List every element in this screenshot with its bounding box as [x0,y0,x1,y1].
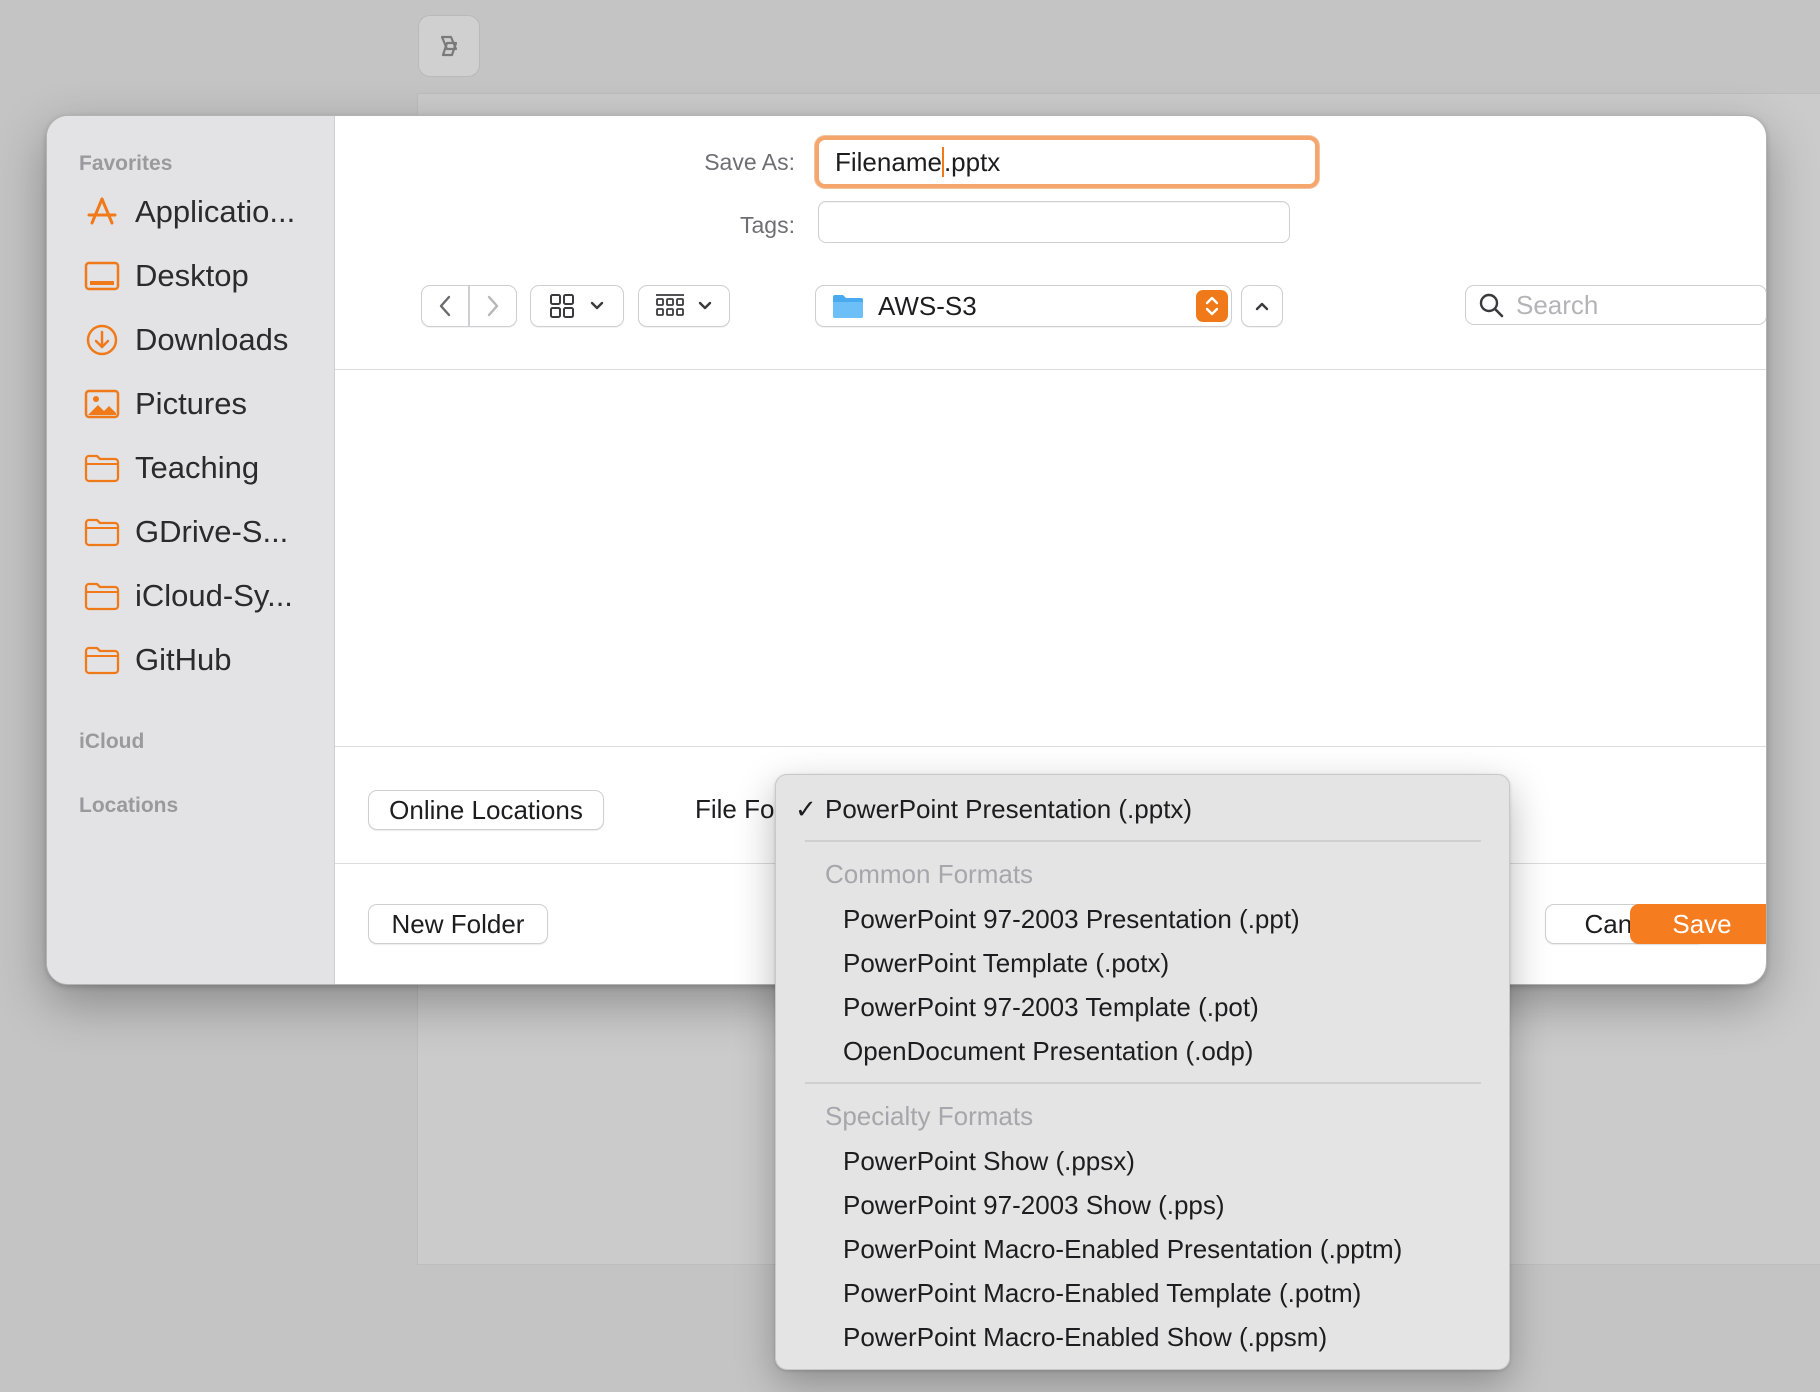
menu-item-pptx[interactable]: ✓ PowerPoint Presentation (.pptx) [776,789,1509,829]
sidebar-item-teaching[interactable]: Teaching [83,445,323,491]
chevron-down-icon [590,301,604,310]
new-folder-button[interactable]: New Folder [368,904,548,944]
sidebar-item-label: GitHub [135,642,232,677]
menu-separator [805,1082,1481,1084]
back-button[interactable] [421,285,469,327]
sidebar-item-applications[interactable]: Applicatio... [83,189,323,235]
menu-item-label: PowerPoint Presentation (.pptx) [825,793,1193,824]
menu-item-label: PowerPoint Macro-Enabled Presentation (.… [843,1233,1403,1264]
collapse-button[interactable] [1241,285,1283,327]
menu-item-label: PowerPoint 97-2003 Template (.pot) [843,991,1259,1022]
checkmark-icon: ✓ [795,793,817,824]
sidebar-item-pictures[interactable]: Pictures [83,381,323,427]
group-by-button[interactable] [638,285,730,327]
divider [335,369,1766,370]
menu-item-ppt[interactable]: PowerPoint 97-2003 Presentation (.ppt) [776,899,1509,939]
folder-icon [83,513,121,551]
search-field[interactable] [1465,285,1766,325]
sidebar-item-downloads[interactable]: Downloads [83,317,323,363]
chevron-up-icon [1255,302,1269,311]
menu-item-odp[interactable]: OpenDocument Presentation (.odp) [776,1031,1509,1071]
sidebar-item-label: Downloads [135,322,289,357]
up-down-arrows-icon [1196,290,1228,322]
menu-item-ppsx[interactable]: PowerPoint Show (.ppsx) [776,1141,1509,1181]
download-icon [83,321,121,359]
file-format-menu: ✓ PowerPoint Presentation (.pptx) Common… [775,774,1510,1370]
forward-button[interactable] [469,285,517,327]
sidebar-item-label: Pictures [135,386,247,421]
menu-separator [805,840,1481,842]
menu-item-label: PowerPoint Show (.ppsx) [843,1145,1135,1176]
location-label: AWS-S3 [878,290,977,321]
sidebar-item-label: iCloud-Sy... [135,578,293,613]
online-locations-button[interactable]: Online Locations [368,790,604,830]
sidebar-item-label: Teaching [135,450,260,485]
menu-item-pot[interactable]: PowerPoint 97-2003 Template (.pot) [776,987,1509,1027]
folder-icon [83,641,121,679]
chevron-left-icon [439,295,451,317]
copilot-button[interactable] [418,15,480,77]
tags-label: Tags: [740,212,795,238]
menu-item-ppsm[interactable]: PowerPoint Macro-Enabled Show (.ppsm) [776,1317,1509,1357]
sidebar-heading-icloud[interactable]: iCloud [79,730,144,754]
sidebar-heading-locations[interactable]: Locations [79,794,178,818]
desktop-icon [83,257,121,295]
sidebar-item-label: Applicatio... [135,194,296,229]
search-icon [1479,293,1504,318]
menu-item-pptm[interactable]: PowerPoint Macro-Enabled Presentation (.… [776,1229,1509,1269]
filename-extension: .pptx [943,146,1001,177]
divider [335,746,1766,747]
sidebar: Favorites Applicatio... Desktop Download… [47,116,335,984]
save-as-input[interactable]: Filename .pptx [815,136,1319,188]
menu-item-label: PowerPoint Macro-Enabled Show (.ppsm) [843,1321,1328,1352]
icon-view-icon [550,294,574,318]
menu-item-pps[interactable]: PowerPoint 97-2003 Show (.pps) [776,1185,1509,1225]
sidebar-item-icloud-sync[interactable]: iCloud-Sy... [83,573,323,619]
app-store-icon [83,193,121,231]
tags-input[interactable] [818,201,1290,243]
menu-item-potm[interactable]: PowerPoint Macro-Enabled Template (.potm… [776,1273,1509,1313]
sidebar-item-label: Desktop [135,258,249,293]
copilot-icon [440,35,458,57]
menu-item-label: PowerPoint Macro-Enabled Template (.potm… [843,1277,1362,1308]
save-as-label: Save As: [704,149,795,175]
menu-item-label: PowerPoint 97-2003 Show (.pps) [843,1189,1225,1220]
sidebar-item-label: GDrive-S... [135,514,289,549]
location-popup[interactable]: AWS-S3 [815,285,1232,327]
folder-icon [83,449,121,487]
menu-item-potx[interactable]: PowerPoint Template (.potx) [776,943,1509,983]
chevron-right-icon [487,295,499,317]
search-input[interactable] [1514,288,1748,322]
sidebar-item-gdrive[interactable]: GDrive-S... [83,509,323,555]
menu-heading-common: Common Formats [825,859,1034,889]
group-grid-icon [656,294,684,316]
menu-item-label: PowerPoint 97-2003 Presentation (.ppt) [843,903,1300,934]
menu-item-label: OpenDocument Presentation (.odp) [843,1035,1254,1066]
chevron-down-icon [698,301,712,310]
folder-icon [83,577,121,615]
menu-item-label: PowerPoint Template (.potx) [843,947,1170,978]
sidebar-heading-favorites: Favorites [79,152,173,175]
save-button[interactable]: Save [1630,904,1766,944]
pictures-icon [83,385,121,423]
view-mode-button[interactable] [530,285,624,327]
sidebar-item-github[interactable]: GitHub [83,637,323,683]
menu-heading-specialty: Specialty Formats [825,1101,1034,1131]
filename-stem: Filename [835,146,942,177]
folder-blue-icon [833,295,863,318]
sidebar-item-desktop[interactable]: Desktop [83,253,323,299]
